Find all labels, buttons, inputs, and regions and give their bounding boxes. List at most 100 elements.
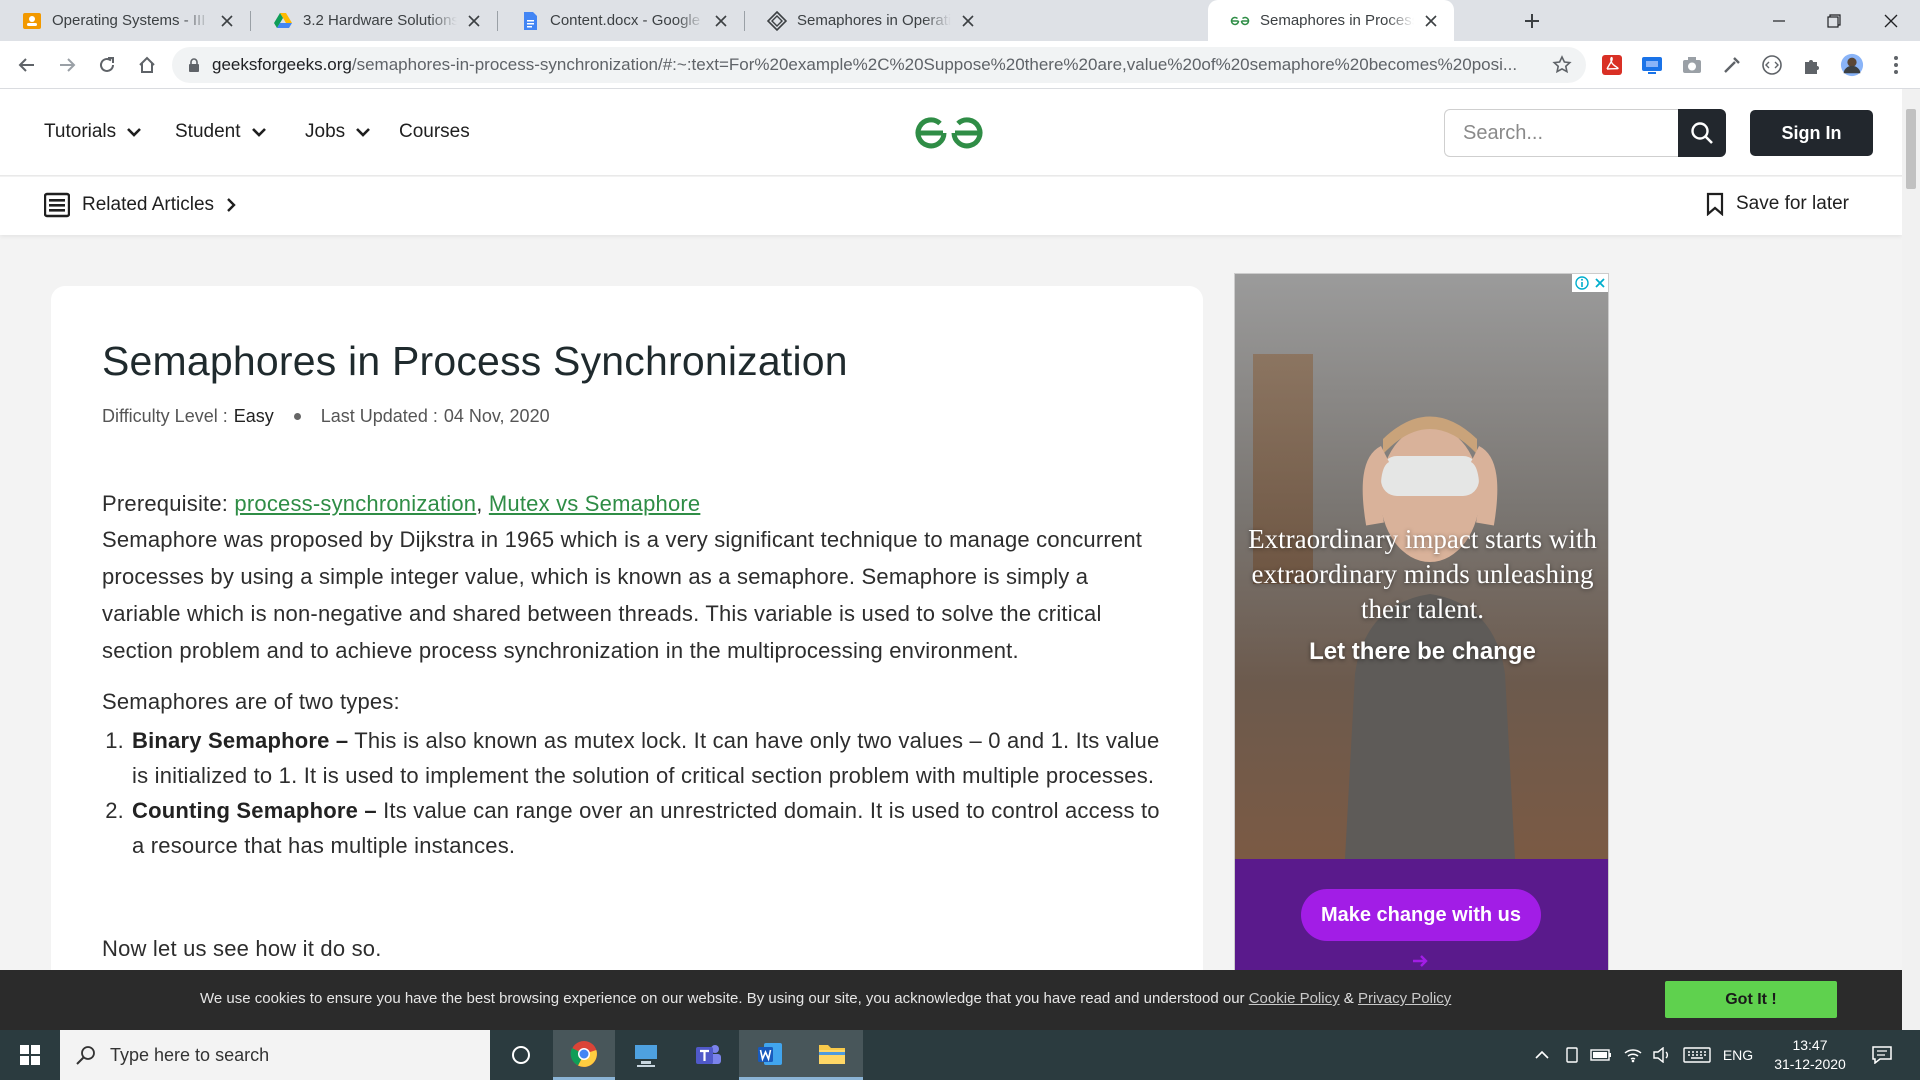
nav-courses[interactable]: Courses [399,121,470,143]
browser-menu-icon[interactable] [1884,53,1908,77]
tray-wifi-icon[interactable] [1620,1030,1646,1080]
page-title: Semaphores in Process Synchronization [102,338,848,384]
reload-button[interactable] [92,50,122,80]
start-button[interactable] [0,1030,60,1080]
prereq-link-process-sync[interactable]: process-synchronization [234,491,476,516]
pdf-extension-icon[interactable] [1600,53,1624,77]
article-meta: Difficulty Level : Easy Last Updated : 0… [102,406,550,427]
nav-student[interactable]: Student [175,121,267,143]
privacy-policy-link[interactable]: Privacy Policy [1358,990,1451,1007]
close-tab-icon[interactable] [218,12,236,30]
back-button[interactable] [12,50,42,80]
tab-semaphores-os[interactable]: Semaphores in Operating System [745,0,991,41]
tray-battery-icon[interactable] [1588,1030,1614,1080]
clock-date: 31-12-2020 [1774,1056,1846,1072]
taskbar-teams[interactable] [677,1030,739,1080]
close-tab-icon[interactable] [712,12,730,30]
site-header: Tutorials Student Jobs Courses Sign In [0,89,1902,176]
ad-choices[interactable] [1572,274,1608,292]
gfg-logo[interactable] [913,113,985,153]
taskbar-remote-desktop[interactable] [615,1030,677,1080]
task-view-button[interactable] [490,1030,552,1080]
related-articles-label: Related Articles [82,194,215,215]
taskbar-clock[interactable]: 13:47 31-12-2020 [1762,1036,1858,1074]
notification-icon [1872,1046,1892,1064]
site-search-input[interactable] [1444,109,1678,157]
restore-window-button[interactable] [1805,0,1863,41]
cookie-accept-button[interactable]: Got It ! [1665,981,1837,1018]
tray-volume-icon[interactable] [1650,1030,1674,1080]
tab-title: Semaphores in Process Synchron [1260,12,1414,29]
site-search-button[interactable] [1678,109,1726,157]
scrollbar-thumb[interactable] [1906,109,1916,189]
tab-content-docx[interactable]: Content.docx - Google Docs [498,0,744,41]
tab-hardware-solutions[interactable]: 3.2 Hardware Solutions and Sem [251,0,497,41]
extensions-puzzle-icon[interactable] [1800,53,1824,77]
last-updated-value: 04 Nov, 2020 [443,406,550,426]
close-tab-icon[interactable] [959,12,977,30]
prereq-link-mutex-vs-semaphore[interactable]: Mutex vs Semaphore [489,491,700,516]
address-bar[interactable]: geeksforgeeks.org/semaphores-in-process-… [172,47,1586,83]
list-term: Binary Semaphore – [132,728,349,753]
profile-avatar[interactable] [1840,53,1864,77]
advertisement[interactable]: Extraordinary impact starts with extraor… [1234,273,1609,1030]
task-view-icon [511,1045,531,1065]
nav-label: Courses [399,121,470,142]
nav-tutorials[interactable]: Tutorials [44,121,142,143]
tray-language[interactable]: ENG [1718,1030,1758,1080]
semaphore-types-list: 1. Binary Semaphore – This is also known… [102,723,1172,863]
bookmark-star-icon[interactable] [1552,55,1572,75]
windows-logo-icon [20,1045,40,1065]
code-extension-icon[interactable] [1760,53,1784,77]
eyedropper-extension-icon[interactable] [1720,53,1744,77]
taskbar-word[interactable] [739,1030,801,1080]
camera-extension-icon[interactable] [1680,53,1704,77]
taskbar-file-explorer[interactable] [801,1030,863,1080]
difficulty-label: Difficulty Level : [102,406,228,426]
folder-icon [818,1042,846,1066]
nav-label: Jobs [305,121,346,142]
related-articles-button[interactable]: Related Articles [44,192,236,218]
notifications-button[interactable] [1862,1030,1902,1080]
minimize-window-button[interactable] [1750,0,1808,41]
next-paragraph: Now let us see how it do so. [102,936,382,961]
nav-label: Tutorials [44,121,117,142]
browser-tab-strip: Operating Systems - III Year IT (B 3.2 H… [0,0,1920,41]
tray-chevron-up[interactable] [1530,1030,1554,1080]
tab-semaphores-process-sync[interactable]: Semaphores in Process Synchron [1208,0,1454,41]
cookie-policy-link[interactable]: Cookie Policy [1249,990,1340,1007]
close-tab-icon[interactable] [465,12,483,30]
ad-cta-button[interactable]: Make change with us [1301,889,1541,941]
chrome-icon [570,1040,598,1068]
types-intro-paragraph: Semaphores are of two types: [102,689,400,714]
ad-arrow-icon [1411,954,1429,968]
ad-tagline: Let there be change [1309,638,1536,665]
cookie-banner: We use cookies to ensure you have the be… [0,970,1902,1030]
save-for-later-button[interactable]: Save for later [1706,192,1849,216]
new-tab-button[interactable] [1519,8,1545,34]
forward-button[interactable] [52,50,82,80]
nav-jobs[interactable]: Jobs [305,121,371,143]
prereq-separator: , [476,491,483,516]
ad-info-icon[interactable] [1574,276,1589,290]
article-subbar: Related Articles Save for later [0,177,1902,235]
taskbar-search-placeholder: Type here to search [110,1044,270,1065]
tab-title: 3.2 Hardware Solutions and Sem [303,12,457,29]
screen-share-extension-icon[interactable] [1640,53,1664,77]
ad-close-icon[interactable] [1594,277,1606,289]
tray-device-icon[interactable] [1560,1030,1584,1080]
taskbar-search-box[interactable]: Type here to search [60,1030,490,1080]
sign-in-button[interactable]: Sign In [1750,110,1873,156]
clock-time: 13:47 [1792,1037,1828,1053]
tray-keyboard-icon[interactable] [1680,1030,1714,1080]
close-window-button[interactable] [1862,0,1920,41]
tab-title: Content.docx - Google Docs [550,12,704,29]
close-tab-icon[interactable] [1422,12,1440,30]
tab-operating-systems[interactable]: Operating Systems - III Year IT (B [0,0,250,41]
home-button[interactable] [132,50,162,80]
search-icon [76,1045,96,1065]
taskbar-chrome[interactable] [553,1030,615,1080]
prerequisite-line: Prerequisite: process-synchronization, M… [102,485,1172,522]
page-scrollbar[interactable] [1902,89,1920,1030]
windows-taskbar: Type here to search ENG 13:47 31-12-2020 [0,1030,1920,1080]
